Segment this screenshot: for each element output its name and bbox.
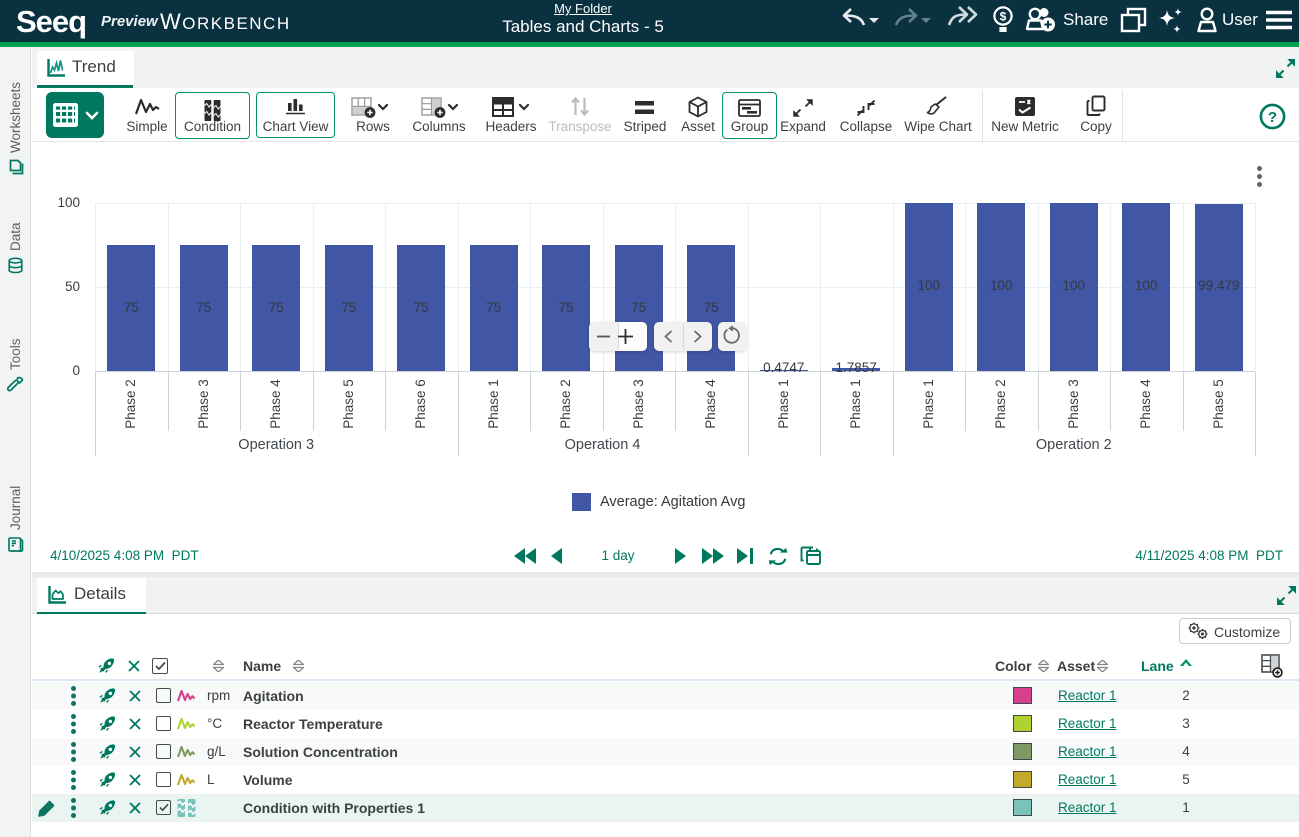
svg-text:?: ?	[1268, 109, 1277, 126]
svg-text:$: $	[1000, 10, 1007, 24]
